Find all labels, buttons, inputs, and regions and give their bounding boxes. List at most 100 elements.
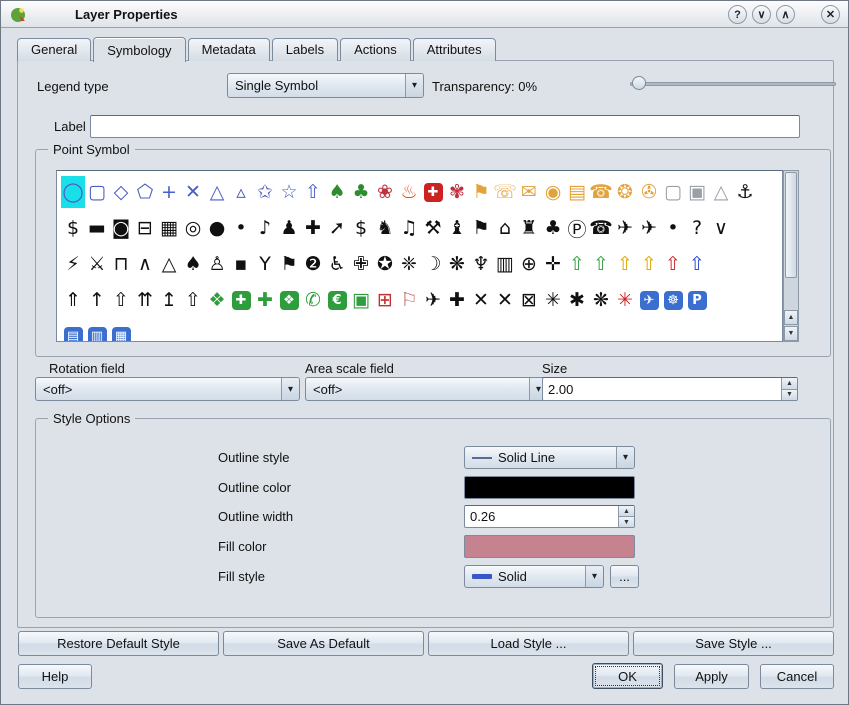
symbol-item[interactable]: ❈: [397, 248, 421, 280]
symbol-item[interactable]: ♆: [469, 248, 493, 280]
spin-down-icon[interactable]: ▼: [782, 389, 797, 401]
ok-button[interactable]: OK: [592, 663, 663, 689]
restore-default-style-button[interactable]: Restore Default Style: [18, 631, 219, 656]
symbol-item[interactable]: ❷: [301, 248, 325, 280]
titlebar-shade-icon[interactable]: ∨: [752, 5, 771, 24]
symbol-item[interactable]: ✉: [517, 176, 541, 208]
symbol-item[interactable]: ∧: [133, 248, 157, 280]
symbol-item[interactable]: ◉: [541, 176, 565, 208]
symbol-item[interactable]: $: [349, 212, 373, 244]
symbol-item[interactable]: ➚: [325, 212, 349, 244]
symbol-item[interactable]: ◇: [109, 176, 133, 208]
symbol-item[interactable]: $: [61, 212, 85, 244]
symbol-item[interactable]: △: [205, 176, 229, 208]
symbol-item[interactable]: △: [157, 248, 181, 280]
symbol-item[interactable]: ↥: [157, 284, 181, 316]
symbol-item[interactable]: ⊓: [109, 248, 133, 280]
symbol-item[interactable]: ▦: [109, 320, 133, 342]
symbol-item[interactable]: •: [661, 212, 685, 244]
chevron-down-icon[interactable]: ▾: [585, 566, 603, 587]
symbol-item[interactable]: ▥: [85, 320, 109, 342]
symbol-item[interactable]: ♠: [325, 176, 349, 208]
symbol-item[interactable]: ⚑: [277, 248, 301, 280]
symbol-item[interactable]: ▢: [661, 176, 685, 208]
symbol-item[interactable]: ▤: [565, 176, 589, 208]
symbol-list-scrollbar[interactable]: ▲ ▼: [783, 170, 799, 342]
symbol-item[interactable]: ☆: [277, 176, 301, 208]
outline-style-combo[interactable]: Solid Line ▾: [464, 446, 635, 469]
symbol-item[interactable]: ⚡: [61, 248, 85, 280]
label-input[interactable]: [90, 115, 800, 138]
symbol-item[interactable]: ✙: [349, 248, 373, 280]
symbol-item[interactable]: ✩: [253, 176, 277, 208]
symbol-item[interactable]: ☸: [661, 284, 685, 316]
symbol-item[interactable]: ⚑: [469, 212, 493, 244]
symbol-item[interactable]: ⚒: [421, 212, 445, 244]
symbol-item[interactable]: ⇈: [133, 284, 157, 316]
tab-symbology[interactable]: Symbology: [93, 37, 185, 62]
symbol-item[interactable]: ✇: [637, 176, 661, 208]
slider-handle[interactable]: [632, 76, 646, 90]
symbol-item[interactable]: ⇧: [301, 176, 325, 208]
fill-style-combo[interactable]: Solid ▾: [464, 565, 604, 588]
symbol-item[interactable]: ⚑: [469, 176, 493, 208]
symbol-item[interactable]: Ⓟ: [565, 212, 589, 244]
symbol-item[interactable]: +: [157, 176, 181, 208]
help-button[interactable]: Help: [18, 664, 92, 689]
symbol-item[interactable]: ▣: [685, 176, 709, 208]
load-style-button[interactable]: Load Style ...: [428, 631, 629, 656]
symbol-item[interactable]: ☎: [589, 176, 613, 208]
symbol-item[interactable]: ❀: [373, 176, 397, 208]
symbol-item[interactable]: ▤: [61, 320, 85, 342]
tab-general[interactable]: General: [17, 38, 91, 61]
symbol-item[interactable]: ❂: [613, 176, 637, 208]
spin-up-icon[interactable]: ▲: [619, 506, 634, 516]
symbol-item[interactable]: ▥: [493, 248, 517, 280]
transparency-slider[interactable]: [630, 74, 836, 94]
symbol-item[interactable]: •: [229, 212, 253, 244]
symbol-item[interactable]: ♞: [373, 212, 397, 244]
symbol-item[interactable]: Y: [253, 248, 277, 280]
fill-style-more-button[interactable]: ...: [610, 565, 639, 588]
symbol-item[interactable]: ?: [685, 212, 709, 244]
chevron-down-icon[interactable]: ▾: [281, 378, 299, 400]
symbol-item[interactable]: ✚: [445, 284, 469, 316]
symbol-item[interactable]: ✾: [445, 176, 469, 208]
symbol-item[interactable]: ✚: [229, 284, 253, 316]
symbol-item[interactable]: ✕: [181, 176, 205, 208]
cancel-button[interactable]: Cancel: [760, 664, 834, 689]
chevron-down-icon[interactable]: ▾: [405, 74, 423, 97]
titlebar-maximize-icon[interactable]: ∧: [776, 5, 795, 24]
symbol-item[interactable]: ⇧: [181, 284, 205, 316]
save-as-default-button[interactable]: Save As Default: [223, 631, 424, 656]
symbol-item[interactable]: ↑: [85, 284, 109, 316]
symbol-item[interactable]: ⌂: [493, 212, 517, 244]
chevron-down-icon[interactable]: ▾: [616, 447, 634, 468]
symbol-item[interactable]: ⇧: [613, 248, 637, 280]
symbol-item[interactable]: ❋: [445, 248, 469, 280]
symbol-item[interactable]: ♣: [541, 212, 565, 244]
outline-width-spinbox[interactable]: 0.26 ▲ ▼: [464, 505, 635, 528]
symbol-item[interactable]: €: [325, 284, 349, 316]
symbol-item[interactable]: ⇑: [61, 284, 85, 316]
symbol-item[interactable]: ▣: [349, 284, 373, 316]
symbol-item[interactable]: ✛: [541, 248, 565, 280]
symbol-item[interactable]: ☏: [493, 176, 517, 208]
symbol-item[interactable]: ☎: [589, 212, 613, 244]
fill-color-swatch[interactable]: [464, 535, 635, 558]
symbol-item[interactable]: ⊟: [133, 212, 157, 244]
symbol-item[interactable]: ☽: [421, 248, 445, 280]
symbol-item[interactable]: △: [709, 176, 733, 208]
symbol-item[interactable]: ❖: [205, 284, 229, 316]
symbol-item[interactable]: ⬠: [133, 176, 157, 208]
symbol-item[interactable]: ♙: [205, 248, 229, 280]
symbol-item[interactable]: ◎: [181, 212, 205, 244]
symbol-item[interactable]: ◯: [61, 176, 85, 208]
symbol-item[interactable]: ▪: [229, 248, 253, 280]
symbol-item[interactable]: ♝: [445, 212, 469, 244]
tab-labels[interactable]: Labels: [272, 38, 338, 61]
symbol-item[interactable]: ⇧: [637, 248, 661, 280]
symbol-item[interactable]: ♠: [181, 248, 205, 280]
area-scale-field-combo[interactable]: <off> ▾: [305, 377, 548, 401]
symbol-item[interactable]: ⇧: [685, 248, 709, 280]
